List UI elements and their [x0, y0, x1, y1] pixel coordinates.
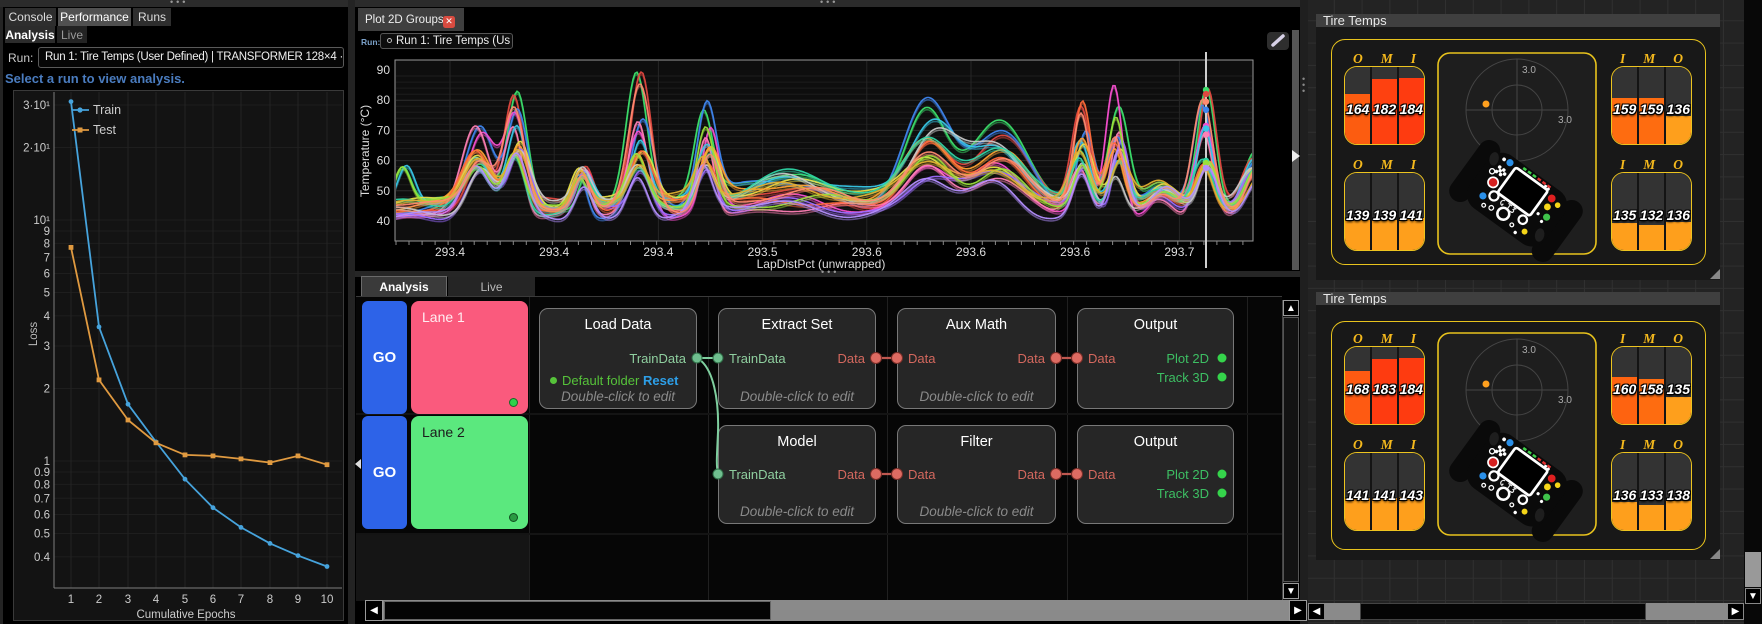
svg-text:Loss: Loss: [28, 322, 40, 347]
svg-text:2·10¹: 2·10¹: [23, 143, 50, 155]
svg-text:0.4: 0.4: [34, 552, 51, 564]
svg-text:2: 2: [96, 594, 102, 606]
svg-text:3: 3: [125, 594, 131, 606]
svg-text:0.8: 0.8: [34, 479, 50, 491]
svg-text:5: 5: [44, 288, 50, 300]
svg-text:3: 3: [44, 341, 50, 353]
svg-text:3.0: 3.0: [1558, 395, 1572, 406]
svg-text:40: 40: [377, 214, 391, 228]
svg-text:7: 7: [44, 252, 50, 264]
svg-text:9: 9: [295, 594, 301, 606]
svg-text:293.6: 293.6: [1060, 245, 1090, 259]
svg-text:3·10¹: 3·10¹: [23, 100, 50, 112]
svg-text:293.7: 293.7: [1164, 245, 1194, 259]
svg-text:70: 70: [377, 123, 391, 137]
svg-text:Cumulative Epochs: Cumulative Epochs: [136, 609, 235, 621]
svg-text:0.9: 0.9: [34, 467, 50, 479]
svg-text:2: 2: [44, 384, 50, 396]
svg-text:8: 8: [267, 594, 273, 606]
svg-text:80: 80: [377, 93, 391, 107]
svg-text:3.0: 3.0: [1522, 345, 1536, 356]
svg-text:60: 60: [377, 154, 391, 168]
svg-text:0.7: 0.7: [34, 493, 50, 505]
svg-text:1: 1: [68, 594, 74, 606]
svg-text:0.5: 0.5: [34, 529, 50, 541]
svg-text:50: 50: [377, 184, 391, 198]
svg-text:293.4: 293.4: [539, 245, 569, 259]
svg-text:0.6: 0.6: [34, 510, 50, 522]
svg-text:8: 8: [44, 238, 50, 250]
svg-text:293.4: 293.4: [643, 245, 673, 259]
svg-text:6: 6: [44, 269, 50, 281]
svg-text:3.0: 3.0: [1522, 65, 1536, 76]
svg-text:Test: Test: [93, 123, 116, 137]
svg-text:5: 5: [182, 594, 188, 606]
svg-text:6: 6: [210, 594, 216, 606]
svg-text:Temperature (°C): Temperature (°C): [358, 105, 372, 197]
svg-text:4: 4: [153, 594, 160, 606]
svg-text:10: 10: [321, 594, 334, 606]
svg-text:90: 90: [377, 63, 391, 77]
svg-text:9: 9: [44, 226, 50, 238]
svg-text:4: 4: [44, 311, 51, 323]
svg-text:293.4: 293.4: [435, 245, 465, 259]
svg-text:293.6: 293.6: [956, 245, 986, 259]
svg-text:7: 7: [238, 594, 244, 606]
svg-text:3.0: 3.0: [1558, 115, 1572, 126]
svg-text:Train: Train: [93, 103, 121, 117]
